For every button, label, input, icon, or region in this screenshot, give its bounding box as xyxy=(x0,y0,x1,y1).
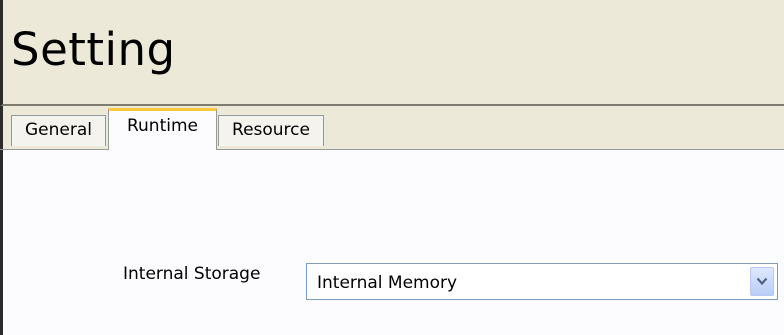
internal-storage-select[interactable]: Internal Memory xyxy=(306,263,778,300)
chevron-down-icon xyxy=(756,277,768,286)
runtime-panel xyxy=(0,150,784,335)
settings-header: Setting xyxy=(0,0,784,106)
internal-storage-label: Internal Storage xyxy=(123,264,261,284)
tab-resource[interactable]: Resource xyxy=(218,115,324,146)
internal-storage-value: Internal Memory xyxy=(317,273,458,293)
dropdown-button[interactable] xyxy=(750,267,774,296)
page-title: Setting xyxy=(11,23,176,76)
tab-runtime[interactable]: Runtime xyxy=(108,108,217,150)
tab-general[interactable]: General xyxy=(11,115,106,146)
